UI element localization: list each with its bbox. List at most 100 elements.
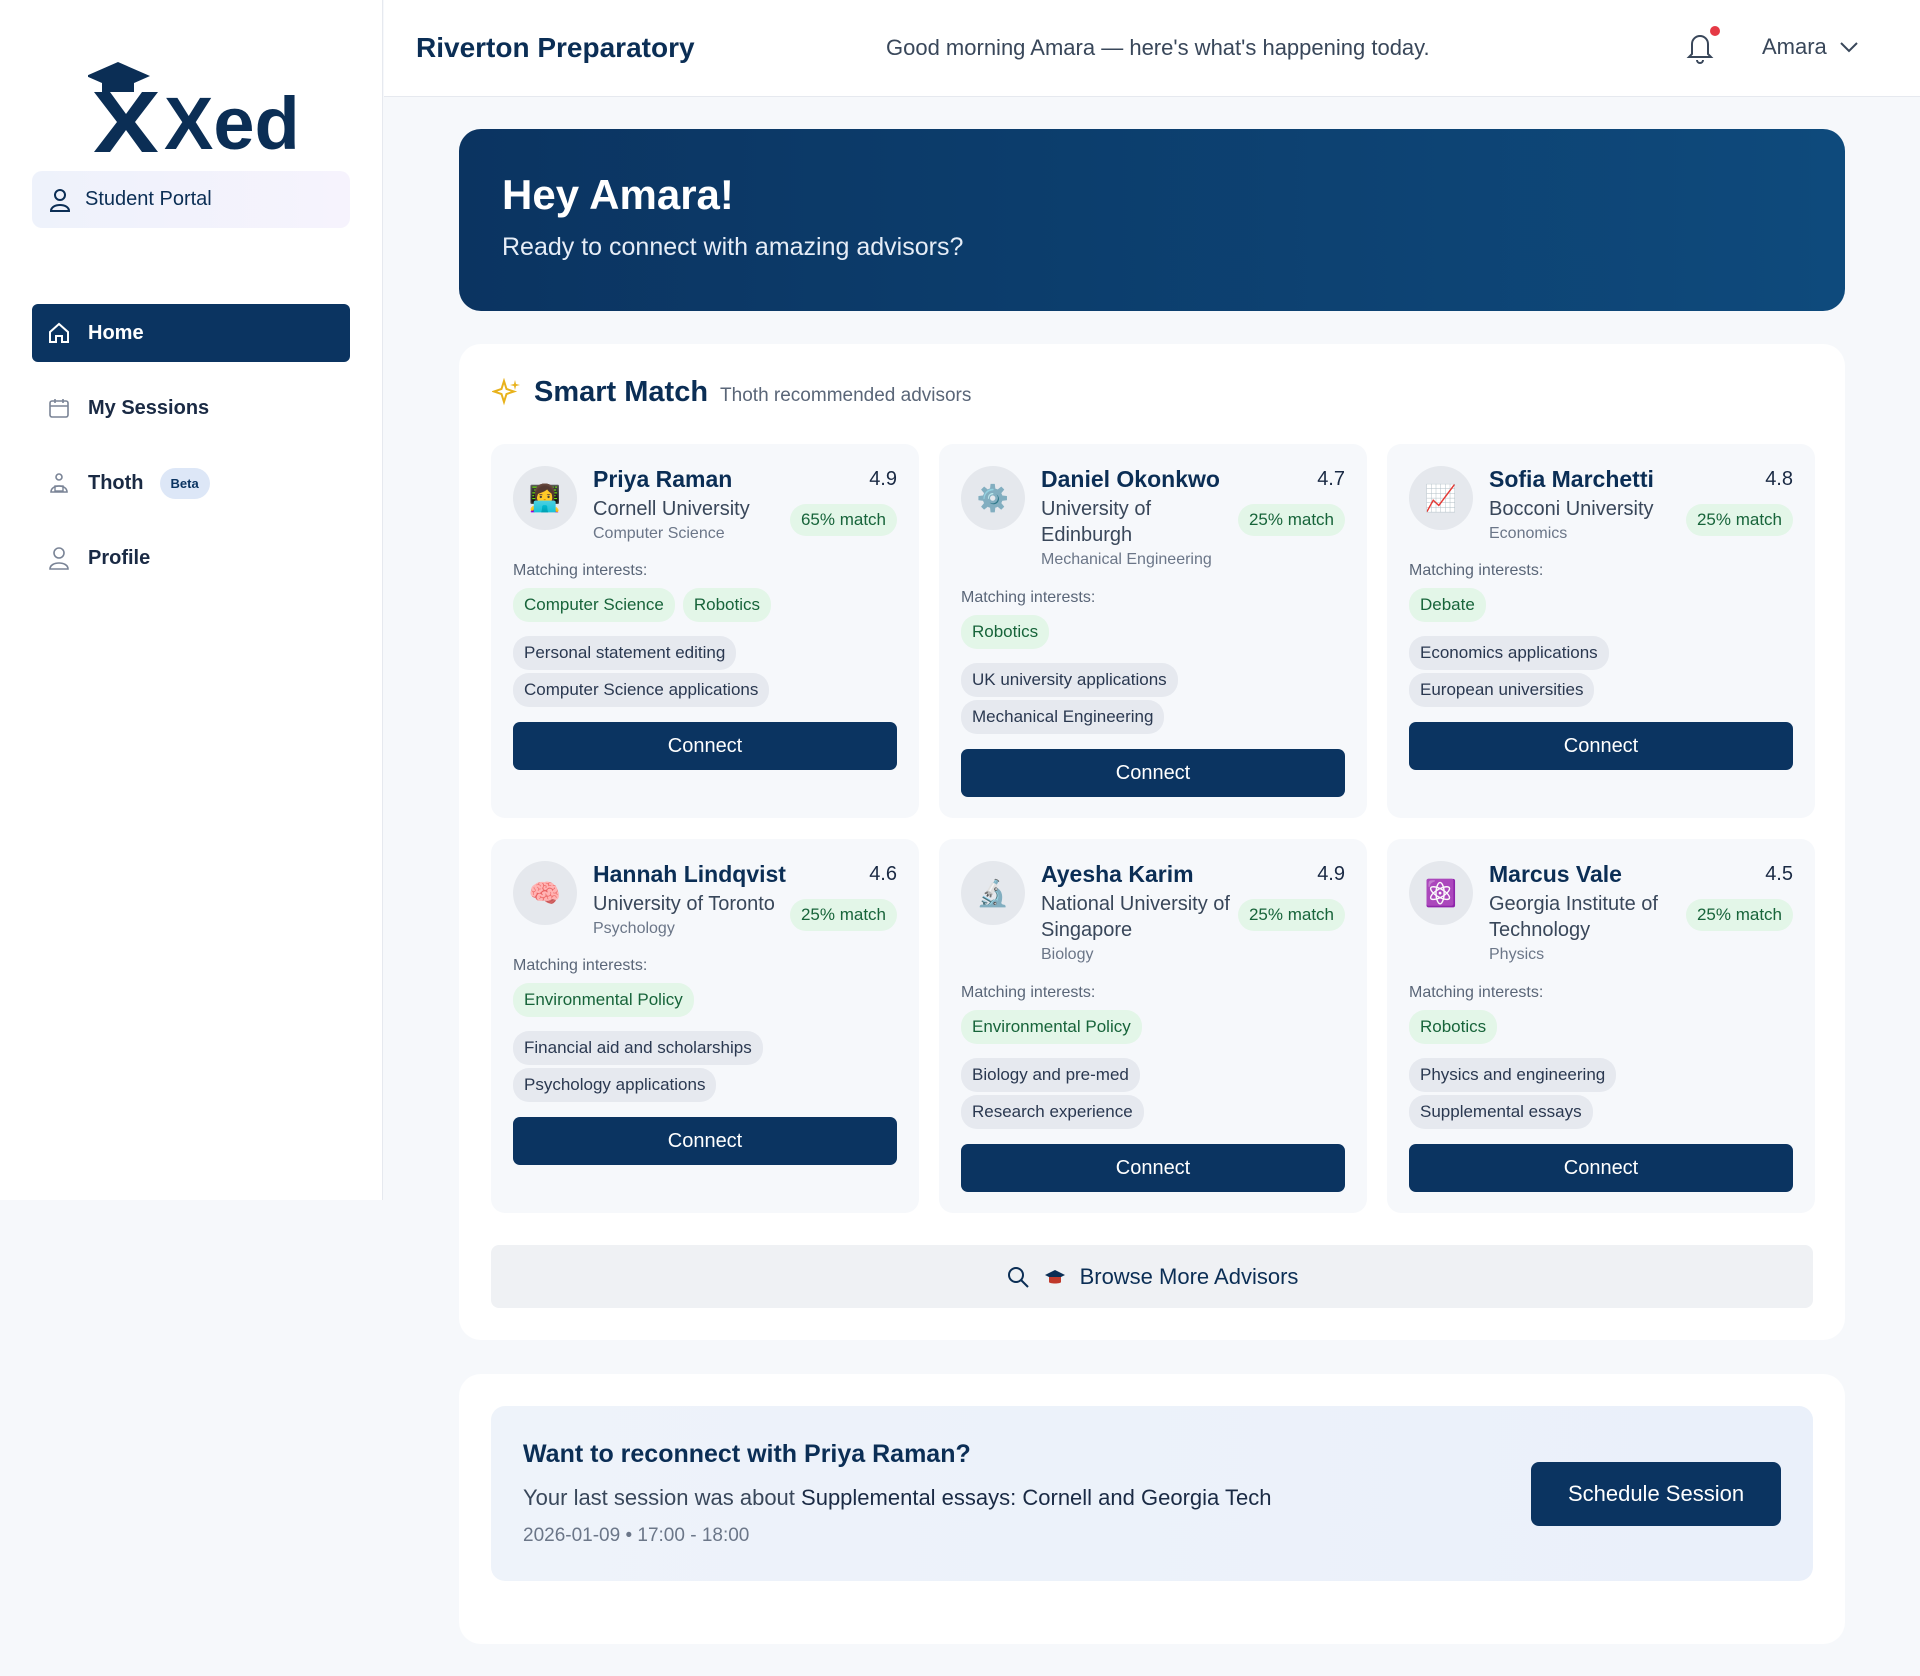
matching-interests-label: Matching interests: xyxy=(513,957,648,974)
topic-chips: European universities xyxy=(1409,673,1595,707)
interest-chips: Environmental Policy xyxy=(513,983,694,1017)
advisor-rating: 4.7 xyxy=(1317,468,1345,490)
university-name: University of Edinburgh xyxy=(1041,498,1152,546)
advisor-name[interactable]: Priya Raman xyxy=(593,466,732,493)
topic-chip: Supplemental essays xyxy=(1409,1095,1593,1129)
advisor-field: Economics xyxy=(1489,525,1568,542)
reconnect-panel: Want to reconnect with Priya Raman? Your… xyxy=(459,1374,1845,1644)
topic-chips: Personal statement editing xyxy=(513,636,737,670)
advisor-rating: 4.8 xyxy=(1765,468,1793,490)
advisor-avatar: 👩‍💻 xyxy=(513,466,577,530)
university-name: National University of Singapore xyxy=(1041,893,1230,941)
last-session-prefix: Your last session was about xyxy=(523,1485,795,1510)
interest-chip: Robotics xyxy=(1409,1010,1498,1044)
nav-thoth-label: Thoth xyxy=(88,471,144,494)
advisor-name[interactable]: Marcus Vale xyxy=(1489,861,1622,888)
advisor-university: University of Edinburgh Mechanical Engin… xyxy=(1041,496,1212,572)
advisor-card: 🧠 Hannah Lindqvist 4.6 University of Tor… xyxy=(491,839,919,1213)
interest-chips: Environmental Policy xyxy=(961,1010,1142,1044)
chevron-down-icon xyxy=(1840,42,1858,53)
advisor-name[interactable]: Hannah Lindqvist xyxy=(593,861,786,888)
topic-chips: Research experience xyxy=(961,1095,1144,1129)
advisor-avatar: 🧠 xyxy=(513,861,577,925)
interest-chip: Debate xyxy=(1409,588,1486,622)
last-session-datetime: 2026-01-09 • 17:00 - 18:00 xyxy=(523,1525,750,1546)
advisor-name[interactable]: Ayesha Karim xyxy=(1041,861,1194,888)
advisor-name[interactable]: Sofia Marchetti xyxy=(1489,466,1654,493)
smart-match-header: Smart Match Thoth recommended advisors xyxy=(534,376,971,409)
school-name: Riverton Preparatory xyxy=(416,32,695,63)
nav-home[interactable]: Home xyxy=(32,304,350,362)
nav-profile[interactable]: Profile xyxy=(32,529,350,587)
interest-chip: Robotics xyxy=(682,588,771,622)
welcome-banner: Hey Amara! Ready to connect with amazing… xyxy=(459,129,1845,311)
advisor-card: 👩‍💻 Priya Raman 4.9 Cornell University C… xyxy=(491,444,919,818)
advisor-university: National University of Singapore Biology xyxy=(1041,891,1231,967)
schedule-session-button[interactable]: Schedule Session xyxy=(1531,1462,1781,1526)
smart-match-title: Smart Match xyxy=(534,376,709,408)
user-name: Amara xyxy=(1762,34,1827,59)
smart-match-panel: Smart Match Thoth recommended advisors 👩… xyxy=(459,344,1845,1340)
user-menu[interactable]: Amara xyxy=(1762,34,1859,60)
advisor-university: University of Toronto Psychology xyxy=(593,891,803,941)
advisor-rating: 4.5 xyxy=(1765,863,1793,885)
match-badge: 25% match xyxy=(1685,504,1793,536)
university-name: Georgia Institute of Technology xyxy=(1489,893,1658,941)
thoth-icon xyxy=(46,470,72,496)
match-badge: 65% match xyxy=(789,504,897,536)
topic-chips: Economics applications xyxy=(1409,636,1609,670)
user-icon xyxy=(49,188,71,212)
topic-chips: Physics and engineering xyxy=(1409,1058,1617,1092)
matching-interests-label: Matching interests: xyxy=(513,562,648,579)
advisor-university: Georgia Institute of Technology Physics xyxy=(1489,891,1679,967)
connect-button[interactable]: Connect xyxy=(1409,722,1793,770)
search-icon xyxy=(1007,1266,1029,1288)
welcome-title: Hey Amara! xyxy=(502,171,734,218)
advisor-field: Biology xyxy=(1041,946,1094,963)
topic-chip: UK university applications xyxy=(961,663,1178,697)
topic-chips: UK university applications xyxy=(961,663,1178,697)
advisor-card: 🔬 Ayesha Karim 4.9 National University o… xyxy=(939,839,1367,1213)
topic-chip: Research experience xyxy=(961,1095,1144,1129)
calendar-icon xyxy=(46,395,72,421)
sidebar: Xedu Student Portal Home My Sessions Tho… xyxy=(0,0,383,1200)
connect-button[interactable]: Connect xyxy=(513,1117,897,1165)
advisor-field: Mechanical Engineering xyxy=(1041,551,1212,568)
connect-button[interactable]: Connect xyxy=(513,722,897,770)
advisor-field: Computer Science xyxy=(593,525,725,542)
interest-chips: Debate xyxy=(1409,588,1486,622)
interest-chip: Environmental Policy xyxy=(961,1010,1142,1044)
topic-chips: Mechanical Engineering xyxy=(961,700,1165,734)
topbar: Riverton Preparatory Good morning Amara … xyxy=(384,0,1920,97)
nav-home-label: Home xyxy=(88,321,144,344)
university-name: Bocconi University xyxy=(1489,498,1654,520)
connect-button[interactable]: Connect xyxy=(961,749,1345,797)
xedu-logo[interactable]: Xedu xyxy=(88,56,298,156)
advisor-name[interactable]: Daniel Okonkwo xyxy=(1041,466,1220,493)
topic-chip: Computer Science applications xyxy=(513,673,770,707)
match-badge: 25% match xyxy=(789,899,897,931)
nav-thoth[interactable]: Thoth Beta xyxy=(32,454,350,512)
student-portal-badge[interactable]: Student Portal xyxy=(32,171,350,228)
advisor-rating: 4.6 xyxy=(869,863,897,885)
advisor-rating: 4.9 xyxy=(869,468,897,490)
advisor-avatar: 🔬 xyxy=(961,861,1025,925)
connect-button[interactable]: Connect xyxy=(961,1144,1345,1192)
match-badge: 25% match xyxy=(1237,504,1345,536)
topic-chip: Biology and pre-med xyxy=(961,1058,1140,1092)
welcome-subtitle: Ready to connect with amazing advisors? xyxy=(502,233,964,261)
main-nav: Home My Sessions Thoth Beta Profile xyxy=(32,304,350,604)
greeting-text: Good morning Amara — here's what's happe… xyxy=(886,35,1430,60)
matching-interests-label: Matching interests: xyxy=(1409,562,1544,579)
advisor-card: ⚙️ Daniel Okonkwo 4.7 University of Edin… xyxy=(939,444,1367,818)
advisor-field: Physics xyxy=(1489,946,1545,963)
user-icon xyxy=(46,545,72,571)
match-badge: 25% match xyxy=(1685,899,1793,931)
nav-my-sessions[interactable]: My Sessions xyxy=(32,379,350,437)
connect-button[interactable]: Connect xyxy=(1409,1144,1793,1192)
browse-more-advisors-button[interactable]: Browse More Advisors xyxy=(491,1245,1813,1308)
notification-dot xyxy=(1710,26,1720,36)
advisor-card: 📈 Sofia Marchetti 4.8 Bocconi University… xyxy=(1387,444,1815,818)
portal-label: Student Portal xyxy=(85,188,212,210)
interest-chip: Robotics xyxy=(961,615,1050,649)
